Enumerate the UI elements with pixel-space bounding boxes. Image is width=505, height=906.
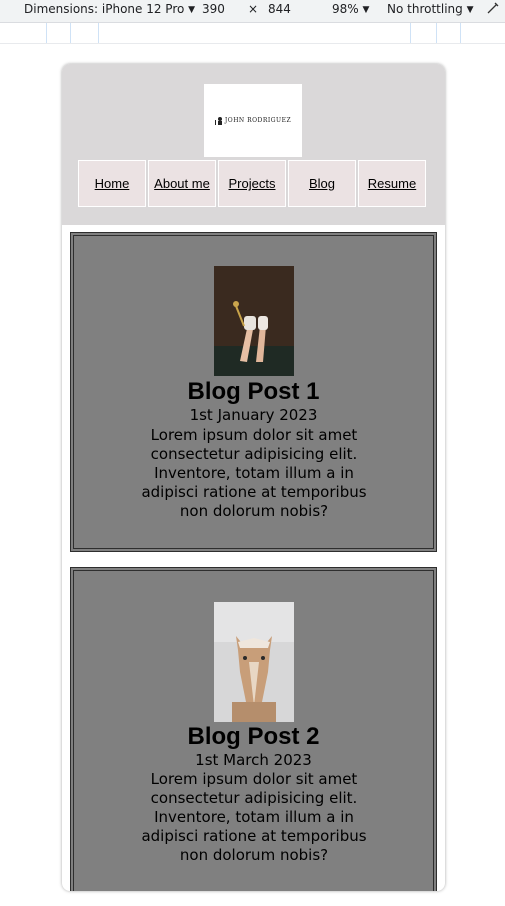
- blog-post-card: Blog Post 2 1st March 2023 Lorem ipsum d…: [70, 567, 437, 891]
- logo-wordmark: JOHN RODRIGUEZ: [214, 116, 292, 125]
- nav-home-link[interactable]: Home: [78, 160, 146, 207]
- main-nav: Home About me Projects Blog Resume: [78, 160, 426, 207]
- post-body: Lorem ipsum dolor sit amet consectetur a…: [141, 770, 367, 864]
- post-title: Blog Post 1: [187, 378, 320, 405]
- ruler-tick: [46, 23, 47, 43]
- chevron-down-icon: ▼: [188, 5, 196, 15]
- nav-resume-link[interactable]: Resume: [358, 160, 426, 207]
- throttling-dropdown[interactable]: No throttling ▼: [387, 0, 474, 20]
- height-input[interactable]: 844: [268, 0, 291, 18]
- post-thumbnail-image: [213, 602, 294, 722]
- chevron-down-icon: ▼: [466, 5, 474, 15]
- blog-post-card: Blog Post 1 1st January 2023 Lorem ipsum…: [70, 232, 437, 552]
- ruler-tick: [98, 23, 99, 43]
- dimensions-dropdown[interactable]: Dimensions: iPhone 12 Pro ▼: [24, 0, 195, 20]
- ruler-tick: [436, 23, 437, 43]
- devtools-device-toolbar: Dimensions: iPhone 12 Pro ▼ 390 × 844 98…: [0, 0, 505, 23]
- post-body: Lorem ipsum dolor sit amet consectetur a…: [141, 426, 367, 520]
- logo-mark-icon: [214, 117, 222, 125]
- post-date: 1st January 2023: [189, 406, 318, 424]
- post-thumbnail-image: [213, 266, 294, 376]
- nav-about-link[interactable]: About me: [148, 160, 216, 207]
- chevron-down-icon: ▼: [362, 5, 370, 15]
- post-date: 1st March 2023: [195, 751, 312, 769]
- sensors-icon[interactable]: [485, 0, 501, 21]
- site-header: JOHN RODRIGUEZ Home About me Projects Bl…: [62, 64, 445, 225]
- ruler-tick: [460, 23, 461, 43]
- dimensions-label: Dimensions: iPhone 12 Pro: [24, 2, 185, 16]
- logo-text: JOHN RODRIGUEZ: [224, 117, 292, 124]
- media-query-ruler: [0, 23, 505, 44]
- times-sign: ×: [248, 2, 259, 16]
- nav-blog-link[interactable]: Blog: [288, 160, 356, 207]
- nav-projects-link[interactable]: Projects: [218, 160, 286, 207]
- ruler-tick: [410, 23, 411, 43]
- zoom-label: 98%: [332, 2, 359, 16]
- ruler-tick: [70, 23, 71, 43]
- post-title: Blog Post 2: [187, 723, 320, 750]
- device-viewport: JOHN RODRIGUEZ Home About me Projects Bl…: [62, 64, 445, 891]
- zoom-dropdown[interactable]: 98% ▼: [332, 0, 369, 20]
- site-logo[interactable]: JOHN RODRIGUEZ: [204, 84, 302, 157]
- throttling-label: No throttling: [387, 2, 463, 16]
- width-input[interactable]: 390: [202, 0, 225, 18]
